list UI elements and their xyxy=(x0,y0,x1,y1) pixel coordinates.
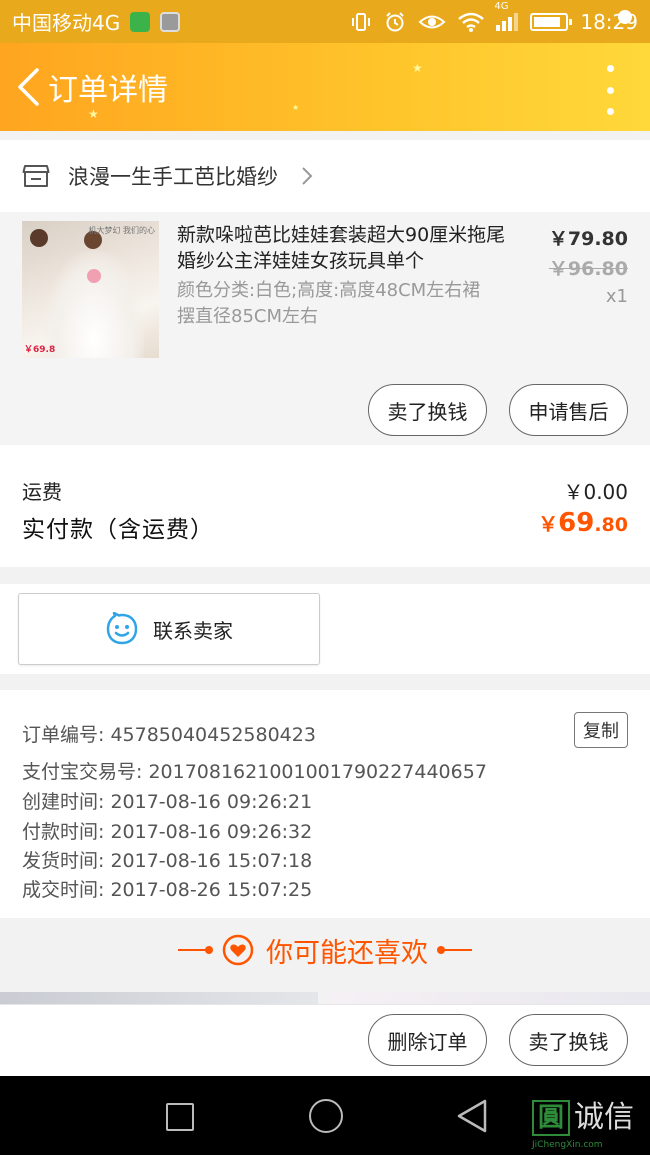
contact-seller-label: 联系卖家 xyxy=(153,618,233,643)
shipping-value: ￥0.00 xyxy=(563,480,628,504)
eye-icon xyxy=(418,15,446,28)
more-options-button[interactable] xyxy=(600,65,620,115)
product-title[interactable]: 新款哚啦芭比娃娃套装超大90厘米拖尾婚纱公主洋娃娃女孩玩具单个 xyxy=(177,222,512,274)
created-time: 创建时间: 2017-08-16 09:26:21 xyxy=(22,791,313,813)
chat-face-icon xyxy=(106,612,138,645)
status-bar: 中国移动4G 4G 18:29 xyxy=(0,0,650,43)
sparkle-decoration: ★ xyxy=(412,61,423,75)
original-price: ￥96.80 xyxy=(548,258,628,280)
paid-time: 付款时间: 2017-08-16 09:26:32 xyxy=(22,821,313,843)
more-dot xyxy=(606,86,614,94)
more-dot xyxy=(606,65,614,72)
page-title: 订单详情 xyxy=(48,73,168,108)
home-button[interactable] xyxy=(309,1099,343,1133)
network-type: 4G xyxy=(494,0,509,12)
shipped-time: 发货时间: 2017-08-16 15:07:18 xyxy=(22,850,313,872)
doll-head xyxy=(30,229,48,247)
app-header: 订单详情 ★ ★ ★ xyxy=(0,43,650,131)
battery-icon xyxy=(530,12,573,31)
vibrate-icon xyxy=(352,12,371,31)
bouquet-graphic xyxy=(87,269,101,283)
gallery-notification-icon xyxy=(160,11,181,32)
totals-section xyxy=(0,445,650,567)
paid-currency: ￥ xyxy=(538,512,559,536)
contact-seller-button[interactable]: 联系卖家 xyxy=(18,593,320,665)
watermark-box: 圓 xyxy=(532,1100,570,1136)
watermark-text: 诚信 xyxy=(574,1100,634,1135)
product-spec: 颜色分类:白色;高度:高度48CM左右裙摆直径85CM左右 xyxy=(177,280,481,327)
shop-name: 浪漫一生手工芭比婚纱 xyxy=(68,165,278,189)
order-number: 订单编号: 45785040452580423 xyxy=(22,724,316,746)
watermark-logo: 圓 诚信 JiChengXin.com xyxy=(532,1100,647,1150)
shop-row[interactable]: 浪漫一生手工芭比婚纱 xyxy=(0,140,650,212)
wechat-notification-icon xyxy=(130,11,151,32)
watermark-sub: JiChengXin.com xyxy=(532,1140,603,1150)
more-dot xyxy=(606,108,614,115)
dress-graphic xyxy=(44,251,144,358)
shipping-label: 运费 xyxy=(22,480,62,504)
copy-button[interactable]: 复制 xyxy=(574,712,628,748)
thumb-price-tag: ￥69.8 xyxy=(24,345,56,355)
recommend-label: 你可能还喜欢 xyxy=(266,937,428,969)
recommend-header: 你可能还喜欢 xyxy=(0,918,650,982)
after-sales-button[interactable]: 申请售后 xyxy=(509,384,628,436)
product-thumbnail[interactable]: 机大梦幻 我们的心 ￥69.8 xyxy=(22,221,159,358)
notification-dot xyxy=(618,10,632,24)
chevron-right-icon xyxy=(302,167,313,185)
carrier-label: 中国移动4G xyxy=(12,11,121,35)
heart-icon xyxy=(222,934,254,966)
product-price: ￥79.80 xyxy=(548,228,628,250)
recent-apps-button[interactable] xyxy=(166,1103,194,1131)
paid-decimal: .80 xyxy=(594,514,628,536)
alarm-icon xyxy=(386,11,405,31)
back-button[interactable] xyxy=(8,57,48,117)
paid-label: 实付款（含运费） xyxy=(22,517,214,543)
divider-line xyxy=(437,946,472,954)
thumb-corner-text: 机大梦幻 我们的心 xyxy=(88,226,155,235)
sell-button-bottom[interactable]: 卖了换钱 xyxy=(509,1014,628,1066)
quantity: x1 xyxy=(605,286,628,307)
nav-back-button[interactable] xyxy=(455,1098,489,1134)
shop-icon xyxy=(22,165,50,187)
paid-amount: ￥69.80 xyxy=(538,508,628,538)
completed-time: 成交时间: 2017-08-26 15:07:25 xyxy=(22,879,313,901)
signal-icon: 4G xyxy=(494,1,519,31)
sparkle-decoration: ★ xyxy=(292,103,300,112)
delete-order-button[interactable]: 删除订单 xyxy=(368,1014,487,1066)
recommended-item-card[interactable] xyxy=(0,992,318,1004)
recommended-item-card[interactable] xyxy=(330,992,650,1004)
chevron-left-icon xyxy=(18,68,39,106)
paid-integer: 69 xyxy=(558,508,595,538)
sparkle-decoration: ★ xyxy=(88,107,99,121)
wifi-icon xyxy=(458,12,485,32)
sell-button[interactable]: 卖了换钱 xyxy=(368,384,487,436)
divider-line xyxy=(178,946,213,954)
alipay-trade-number: 支付宝交易号: 2017081621001001790227440657 xyxy=(22,761,487,783)
